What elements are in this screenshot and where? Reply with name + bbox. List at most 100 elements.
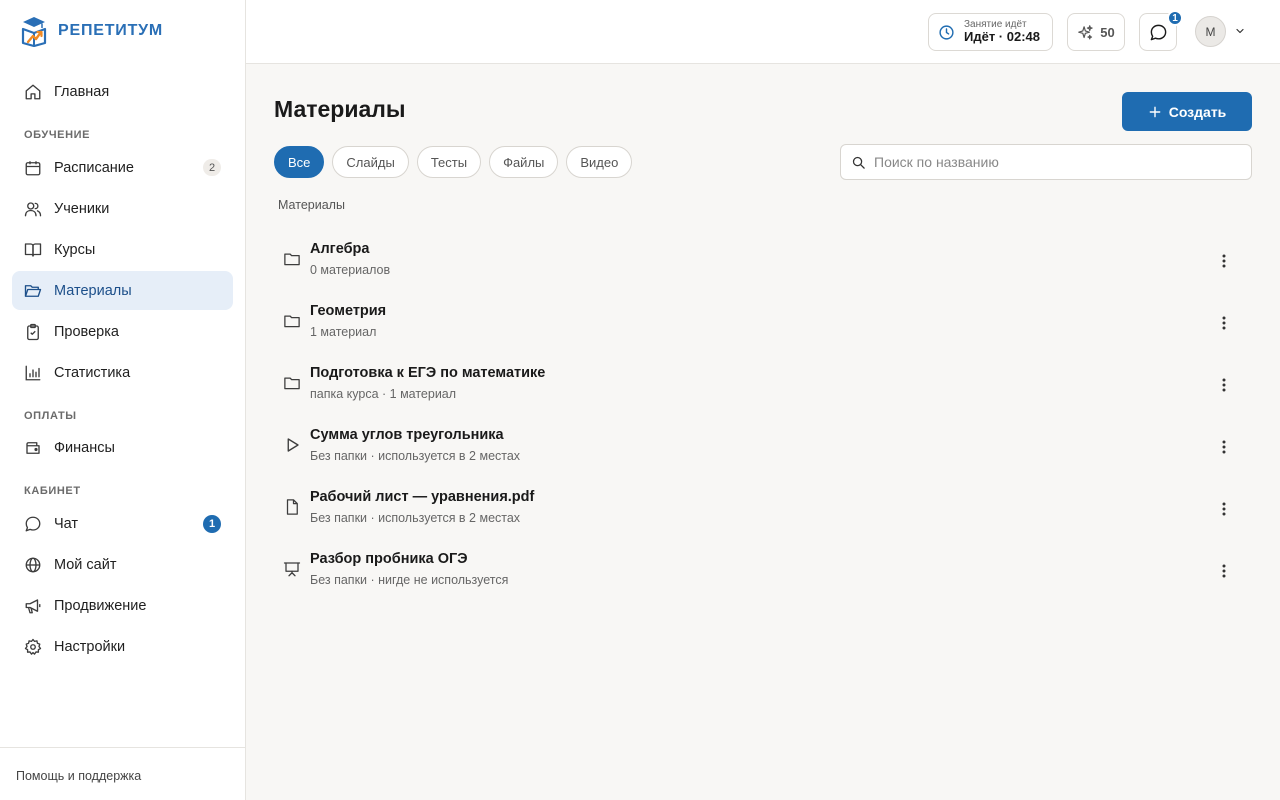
- search-icon: [851, 155, 866, 170]
- item-subtitle: Без папки · используется в 2 местах: [310, 449, 521, 463]
- brand-logo[interactable]: РЕПЕТИТУМ: [20, 15, 163, 47]
- item-subtitle: Без папки · нигде не используется: [310, 573, 509, 587]
- sidebar-item-chat[interactable]: Чат 1: [12, 504, 233, 543]
- search-box: [840, 144, 1252, 180]
- book-icon: [24, 241, 42, 259]
- sidebar-item-label: Статистика: [54, 364, 131, 381]
- list-item[interactable]: Разбор пробника ОГЭ Без папки · нигде не…: [274, 539, 1252, 601]
- sidebar-item-home[interactable]: Главная: [12, 72, 233, 111]
- sparkles-icon: [1077, 24, 1094, 41]
- sidebar-item-label: Главная: [54, 83, 110, 100]
- points-button[interactable]: 50: [1067, 13, 1125, 51]
- globe-icon: [24, 556, 42, 574]
- folder-icon: [283, 374, 301, 392]
- sidebar-item-courses[interactable]: Курсы: [12, 230, 233, 269]
- chat-button[interactable]: 1: [1139, 10, 1183, 51]
- megaphone-icon: [24, 597, 42, 615]
- gear-icon: [24, 638, 42, 656]
- item-subtitle: 0 материалов: [310, 263, 391, 277]
- more-options-icon[interactable]: [1212, 559, 1236, 583]
- more-options-icon[interactable]: [1212, 435, 1236, 459]
- session-status-indicator[interactable]: Занятие идёт Идёт · 02:48: [928, 13, 1053, 51]
- sidebar-item-label: Продвижение: [54, 597, 147, 614]
- filter-chips: Все Слайды Тесты Файлы Видео: [274, 146, 633, 178]
- chat-icon: [24, 515, 42, 533]
- sidebar-item-promotion[interactable]: Продвижение: [12, 586, 233, 625]
- user-avatar[interactable]: М: [1195, 16, 1226, 47]
- sidebar-item-label: Материалы: [54, 282, 132, 299]
- item-subtitle: папка курса · 1 материал: [310, 387, 457, 401]
- breadcrumb[interactable]: Материалы: [278, 198, 345, 212]
- clock-icon: [938, 24, 955, 41]
- sidebar-item-schedule[interactable]: Расписание 2: [12, 148, 233, 187]
- list-item[interactable]: Сумма углов треугольника Без папки · исп…: [274, 415, 1252, 477]
- sidebar-item-label: Ученики: [54, 200, 110, 217]
- search-input[interactable]: [874, 154, 1234, 170]
- filter-chip-files[interactable]: Файлы: [489, 146, 559, 178]
- more-options-icon[interactable]: [1212, 497, 1236, 521]
- list-item[interactable]: Алгебра 0 материалов: [274, 229, 1252, 291]
- page-title: Материалы: [274, 96, 406, 122]
- sidebar-item-review[interactable]: Проверка: [12, 312, 233, 351]
- schedule-count-badge: 2: [203, 159, 221, 176]
- folder-icon: [283, 312, 301, 330]
- sidebar-item-settings[interactable]: Настройки: [12, 627, 233, 666]
- list-item[interactable]: Рабочий лист — уравнения.pdf Без папки ·…: [274, 477, 1252, 539]
- session-timer: Идёт · 02:48: [964, 29, 1040, 45]
- sidebar-item-students[interactable]: Ученики: [12, 189, 233, 228]
- section-label-learning: ОБУЧЕНИЕ: [24, 129, 91, 141]
- sidebar-item-label: Чат: [54, 515, 79, 532]
- sidebar-item-statistics[interactable]: Статистика: [12, 353, 233, 392]
- presentation-icon: [283, 560, 301, 578]
- sidebar-item-materials[interactable]: Материалы: [12, 271, 233, 310]
- sidebar-item-label: Финансы: [54, 439, 115, 456]
- filter-chip-tests[interactable]: Тесты: [416, 146, 482, 178]
- sidebar-item-label: Настройки: [54, 638, 126, 655]
- sidebar-item-label: Мой сайт: [54, 556, 117, 573]
- play-icon: [283, 436, 301, 454]
- points-count: 50: [1100, 24, 1115, 40]
- sidebar-item-finance[interactable]: Финансы: [12, 428, 233, 467]
- filter-chip-slides[interactable]: Слайды: [332, 146, 409, 178]
- calendar-icon: [24, 159, 42, 177]
- sidebar-item-my-site[interactable]: Мой сайт: [12, 545, 233, 584]
- sidebar: РЕПЕТИТУМ Главная ОБУЧЕНИЕ Расписание 2 …: [0, 0, 246, 800]
- item-title: Сумма углов треугольника: [310, 427, 504, 443]
- help-support-link[interactable]: Помощь и поддержка: [0, 747, 245, 800]
- more-options-icon[interactable]: [1212, 311, 1236, 335]
- item-subtitle: Без папки · используется в 2 местах: [310, 511, 521, 525]
- item-title: Рабочий лист — уравнения.pdf: [310, 489, 535, 505]
- chat-notification-badge: 1: [1167, 10, 1183, 26]
- sidebar-item-label: Расписание: [54, 159, 134, 176]
- chat-unread-badge: 1: [203, 515, 221, 533]
- item-title: Алгебра: [310, 241, 370, 257]
- sidebar-item-label: Проверка: [54, 323, 119, 340]
- chevron-down-icon[interactable]: [1234, 25, 1246, 37]
- list-item[interactable]: Подготовка к ЕГЭ по математике папка кур…: [274, 353, 1252, 415]
- sidebar-item-label: Курсы: [54, 241, 96, 258]
- item-title: Разбор пробника ОГЭ: [310, 551, 468, 567]
- bar-chart-icon: [24, 364, 42, 382]
- brand-name: РЕПЕТИТУМ: [58, 22, 164, 39]
- create-button-label: Создать: [1168, 103, 1227, 120]
- section-label-payments: ОПЛАТЫ: [24, 410, 77, 422]
- wallet-icon: [24, 439, 42, 457]
- plus-icon: [1148, 105, 1162, 119]
- item-title: Геометрия: [310, 303, 387, 319]
- filter-chip-all[interactable]: Все: [274, 146, 325, 178]
- filter-chip-video[interactable]: Видео: [566, 146, 633, 178]
- home-icon: [24, 83, 42, 101]
- item-subtitle: 1 материал: [310, 325, 377, 339]
- chat-bubble-icon: [1149, 23, 1168, 42]
- users-icon: [24, 200, 42, 218]
- folder-icon: [283, 250, 301, 268]
- topbar: Занятие идёт Идёт · 02:48 50 1 М: [246, 0, 1280, 64]
- create-button[interactable]: Создать: [1122, 92, 1252, 131]
- more-options-icon[interactable]: [1212, 249, 1236, 273]
- clipboard-check-icon: [24, 323, 42, 341]
- more-options-icon[interactable]: [1212, 373, 1236, 397]
- materials-list: Алгебра 0 материалов Геометрия 1 материа…: [274, 229, 1252, 601]
- folder-open-icon: [24, 282, 42, 300]
- list-item[interactable]: Геометрия 1 материал: [274, 291, 1252, 353]
- graduation-cap-book-icon: [20, 15, 48, 47]
